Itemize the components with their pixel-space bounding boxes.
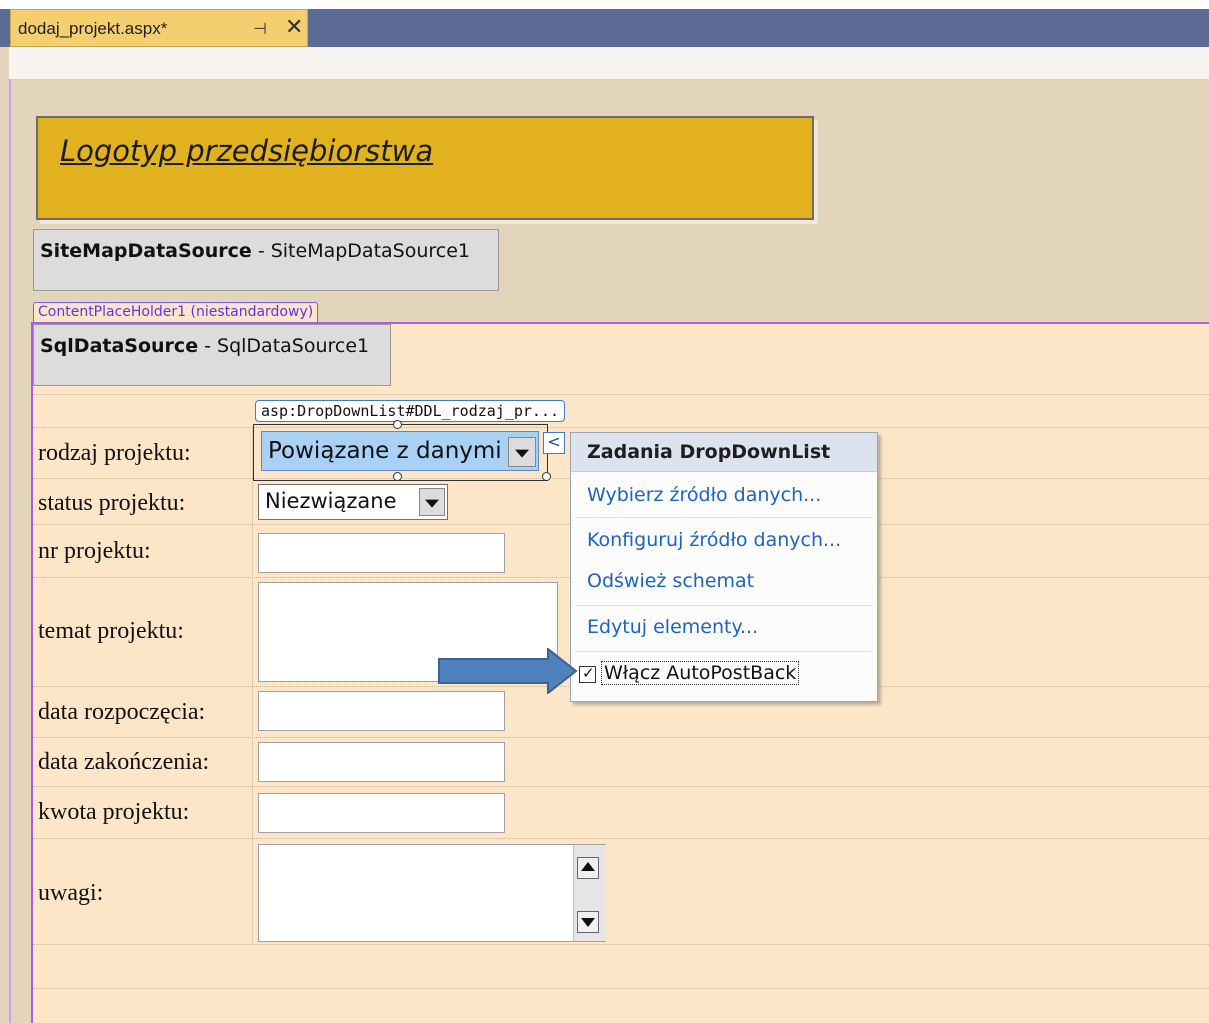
checkmark-icon: ✓ (582, 664, 595, 682)
uwagi-textarea[interactable] (258, 844, 606, 942)
annotation-arrow-icon (438, 648, 578, 694)
sitemap-datasource-id: SiteMapDataSource1 (270, 240, 471, 262)
surface-left-border (9, 79, 11, 1023)
data-zakonczenia-label: data zakończenia: (38, 749, 210, 775)
sql-datasource-control[interactable]: SqlDataSource - SqlDataSource1 (33, 324, 391, 386)
kwota-projektu-label: kwota projektu: (38, 799, 190, 825)
chevron-down-icon (425, 499, 439, 508)
arrow-up-icon (581, 862, 595, 871)
edit-items-link[interactable]: Edytuj elementy... (587, 616, 758, 638)
rodzaj-projektu-value: Powiązane z danymi (268, 438, 502, 464)
resize-handle[interactable] (542, 472, 551, 481)
tasks-separator (575, 517, 873, 518)
smart-tag-button[interactable]: < (543, 432, 565, 454)
tasks-separator (575, 651, 873, 652)
logo-text: Logotyp przedsiębiorstwa (60, 134, 434, 168)
document-tab[interactable]: dodaj_projekt.aspx* ⊣ ✕ (10, 9, 308, 47)
tasks-panel-title: Zadania DropDownList (587, 441, 831, 463)
logo-banner[interactable]: Logotyp przedsiębiorstwa (36, 116, 814, 220)
dropdown-control-tag[interactable]: asp:DropDownList#DDL_rodzaj_pr... (255, 400, 566, 422)
sitemap-datasource-separator: - (251, 240, 271, 262)
resize-handle[interactable] (393, 420, 402, 429)
chevron-down-icon (515, 449, 529, 458)
configure-data-source-link[interactable]: Konfiguruj źródło danych... (587, 529, 841, 551)
resize-handle[interactable] (393, 472, 402, 481)
table-grid-line (252, 427, 253, 944)
autopostback-label[interactable]: Włącz AutoPostBack (601, 661, 800, 685)
sql-datasource-type: SqlDataSource (40, 335, 199, 357)
tasks-panel-header: Zadania DropDownList (571, 433, 877, 472)
table-grid-line (33, 394, 1209, 395)
table-grid-line (33, 944, 1209, 945)
uwagi-scrollbar[interactable] (573, 845, 606, 941)
data-rozpoczecia-input[interactable] (258, 691, 505, 731)
sitemap-datasource-type: SiteMapDataSource (40, 240, 252, 262)
document-tab-title[interactable]: dodaj_projekt.aspx* (18, 19, 167, 39)
data-rozpoczecia-label: data rozpoczęcia: (38, 699, 206, 725)
autopostback-checkbox[interactable]: ✓ (579, 664, 596, 683)
data-zakonczenia-input[interactable] (258, 742, 505, 782)
sql-datasource-separator: - (198, 335, 218, 357)
document-tab-bar: dodaj_projekt.aspx* ⊣ ✕ (0, 0, 1209, 47)
choose-data-source-link[interactable]: Wybierz źródło danych... (587, 484, 821, 506)
pin-icon[interactable]: ⊣ (253, 19, 267, 38)
table-grid-line (33, 737, 1209, 738)
table-grid-line (33, 838, 1209, 839)
dropdown-arrow-button[interactable] (508, 437, 536, 467)
arrow-down-icon (581, 918, 595, 927)
sitemap-datasource-control[interactable]: SiteMapDataSource - SiteMapDataSource1 (33, 229, 499, 291)
rodzaj-projektu-label: rodzaj projektu: (38, 440, 191, 466)
table-grid-line (33, 427, 1209, 428)
design-toolstrip (9, 47, 1209, 80)
tab-bar-top-strip (0, 0, 1209, 9)
status-projektu-value: Niezwiązane (265, 489, 397, 513)
status-projektu-label: status projektu: (38, 490, 186, 516)
scroll-up-button[interactable] (577, 857, 599, 879)
dropdownlist-tasks-panel: Zadania DropDownList Wybierz źródło dany… (570, 432, 878, 702)
rodzaj-projektu-dropdown[interactable]: Powiązane z danymi (261, 431, 539, 471)
uwagi-label: uwagi: (38, 880, 104, 906)
kwota-projektu-input[interactable] (258, 793, 505, 833)
nr-projektu-label: nr projektu: (38, 538, 151, 564)
temat-projektu-label: temat projektu: (38, 618, 184, 644)
sql-datasource-id: SqlDataSource1 (217, 335, 370, 357)
table-grid-line (33, 786, 1209, 787)
content-placeholder-tag[interactable]: ContentPlaceHolder1 (niestandardowy) (33, 302, 319, 322)
nr-projektu-input[interactable] (258, 533, 505, 573)
status-projektu-dropdown[interactable]: Niezwiązane (258, 484, 448, 520)
dropdown-arrow-button[interactable] (419, 488, 445, 516)
refresh-schema-link[interactable]: Odśwież schemat (587, 570, 754, 592)
close-icon[interactable]: ✕ (285, 15, 303, 40)
scroll-down-button[interactable] (577, 911, 599, 933)
table-grid-line (33, 988, 1209, 989)
tasks-separator (575, 605, 873, 606)
